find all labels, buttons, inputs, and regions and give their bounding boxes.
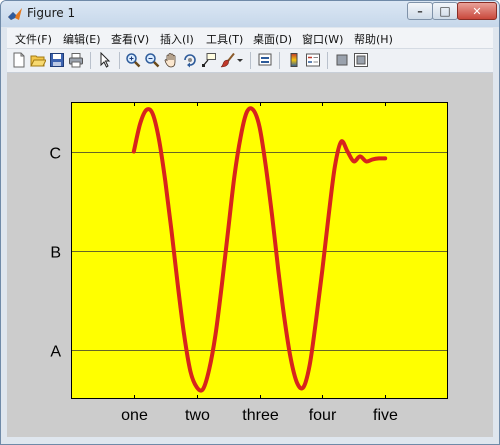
close-icon: ✕	[472, 4, 482, 18]
maximize-button[interactable]: □	[432, 2, 458, 20]
print-icon[interactable]	[68, 52, 84, 68]
x-tick-label: two	[185, 407, 210, 424]
legend-icon[interactable]	[305, 52, 321, 68]
y-tick-label: C	[49, 146, 61, 163]
menu-file[interactable]: 文件(F)	[15, 31, 52, 47]
x-tick-label: one	[121, 407, 148, 424]
axes-background[interactable]	[71, 102, 448, 399]
figure-canvas-area: A B Cone two three four five	[7, 73, 493, 437]
figure-toolbar	[7, 49, 493, 73]
rotate-3d-icon[interactable]	[182, 52, 198, 68]
minimize-icon: –	[417, 4, 423, 18]
y-tick-label: A	[50, 344, 61, 361]
toolbar-separator	[119, 52, 120, 69]
menu-desktop[interactable]: 桌面(D)	[253, 31, 292, 47]
show-plot-tools-icon[interactable]	[353, 52, 369, 68]
new-figure-icon[interactable]	[11, 52, 27, 68]
toolbar-separator	[250, 52, 251, 69]
menu-tools[interactable]: 工具(T)	[206, 31, 243, 47]
toolbar-separator	[90, 52, 91, 69]
pan-hand-icon[interactable]	[163, 52, 179, 68]
zoom-out-icon[interactable]	[144, 52, 160, 68]
window-title: Figure 1	[27, 6, 76, 20]
plot-svg[interactable]: A B Cone two three four five	[7, 73, 493, 437]
x-tick-label: five	[373, 407, 398, 424]
menu-help[interactable]: 帮助(H)	[354, 31, 393, 47]
data-cursor-icon[interactable]	[201, 52, 217, 68]
menu-window[interactable]: 窗口(W)	[302, 31, 343, 47]
maximize-icon: □	[439, 4, 451, 18]
menu-bar: 文件(F) 编辑(E) 查看(V) 插入(I) 工具(T) 桌面(D) 窗口(W…	[7, 28, 493, 49]
colorbar-icon[interactable]	[286, 52, 302, 68]
close-button[interactable]: ✕	[457, 2, 497, 20]
toolbar-separator	[279, 52, 280, 69]
menu-insert[interactable]: 插入(I)	[160, 31, 194, 47]
minimize-button[interactable]: –	[407, 2, 433, 20]
edit-plot-pointer-icon[interactable]	[97, 52, 113, 68]
matlab-logo-icon	[8, 8, 22, 20]
x-tick-label: four	[309, 407, 337, 424]
toolbar-separator	[327, 52, 328, 69]
open-file-icon[interactable]	[30, 52, 46, 68]
figure-window: Figure 1 – □ ✕ 文件(F) 编辑(E) 查看(V) 插入(I) 工…	[0, 0, 500, 445]
zoom-in-icon[interactable]	[125, 52, 141, 68]
brush-icon[interactable]	[220, 52, 236, 68]
hide-plot-tools-icon[interactable]	[334, 52, 350, 68]
menu-edit[interactable]: 编辑(E)	[63, 31, 101, 47]
x-tick-label: three	[242, 407, 279, 424]
title-bar[interactable]: Figure 1 – □ ✕	[1, 1, 499, 27]
save-icon[interactable]	[49, 52, 65, 68]
y-tick-label: B	[50, 245, 61, 262]
link-plot-icon[interactable]	[257, 52, 273, 68]
brush-dropdown-icon[interactable]	[236, 52, 244, 68]
menu-view[interactable]: 查看(V)	[111, 31, 149, 47]
